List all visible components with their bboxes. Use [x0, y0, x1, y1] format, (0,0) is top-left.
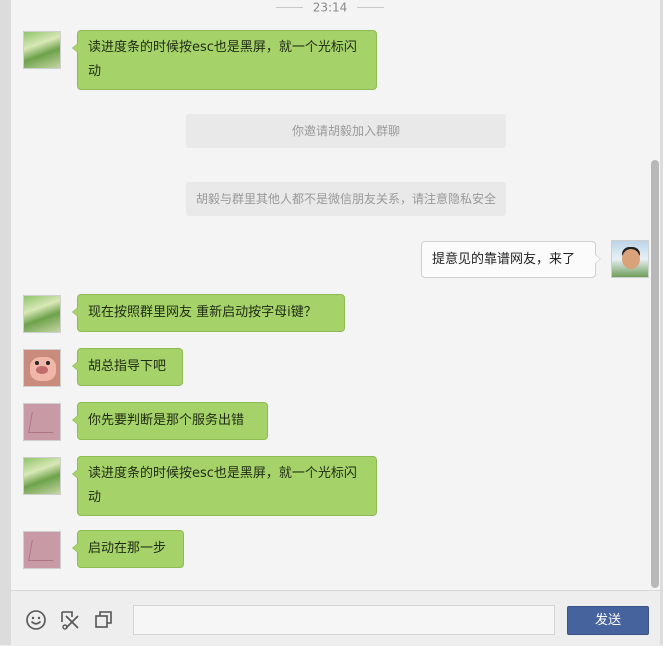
system-notice: 你邀请胡毅加入群聊: [186, 114, 506, 148]
copy-icon-svg: [95, 611, 112, 628]
message-bubble[interactable]: 读进度条的时候按esc也是黑屏，就一个光标闪动: [72, 30, 377, 90]
message-bubble[interactable]: 你先要判断是那个服务出错: [72, 402, 268, 440]
chat-history: 23:14 读进度条的时候按esc也是黑屏，就一个光标闪动 你邀请胡毅加入群聊 …: [11, 0, 649, 590]
avatar[interactable]: [23, 31, 61, 69]
avatar[interactable]: [23, 457, 61, 495]
message-bubble[interactable]: 现在按照群里网友 重新启动按字母i键？: [72, 294, 345, 332]
scissors-icon[interactable]: [59, 609, 81, 631]
timestamp-divider: 23:14: [11, 0, 649, 16]
smiley-icon-svg: [26, 610, 46, 630]
message-bubble[interactable]: 启动在那一步: [72, 530, 184, 568]
message-input[interactable]: [133, 605, 555, 635]
avatar-scribble: [28, 540, 57, 561]
avatar-eye: [35, 361, 39, 365]
window-left-edge: [0, 0, 11, 645]
avatar-scribble: [28, 412, 57, 433]
avatar-nose: [36, 366, 48, 374]
avatar[interactable]: [23, 531, 61, 569]
avatar[interactable]: [23, 403, 61, 441]
message-bubble-outgoing[interactable]: 提意见的靠谱网友，来了: [421, 241, 601, 278]
copy-icon[interactable]: [93, 609, 115, 631]
message-bubble[interactable]: 胡总指导下吧: [72, 348, 183, 386]
divider-line: [275, 7, 303, 8]
scrollbar-thumb[interactable]: [651, 160, 659, 588]
input-toolbar: 发送: [11, 590, 660, 646]
avatar[interactable]: [611, 240, 649, 278]
send-button[interactable]: 发送: [567, 606, 649, 635]
timestamp: 23:14: [312, 0, 348, 15]
avatar[interactable]: [23, 349, 61, 387]
divider-line: [357, 7, 385, 8]
message-bubble[interactable]: 读进度条的时候按esc也是黑屏，就一个光标闪动: [72, 456, 377, 516]
avatar[interactable]: [23, 295, 61, 333]
avatar-eye: [46, 361, 50, 365]
scissors-icon-svg: [61, 611, 79, 630]
avatar-head: [622, 249, 640, 269]
system-notice: 胡毅与群里其他人都不是微信朋友关系，请注意隐私安全: [186, 182, 506, 216]
smiley-icon[interactable]: [25, 609, 47, 631]
